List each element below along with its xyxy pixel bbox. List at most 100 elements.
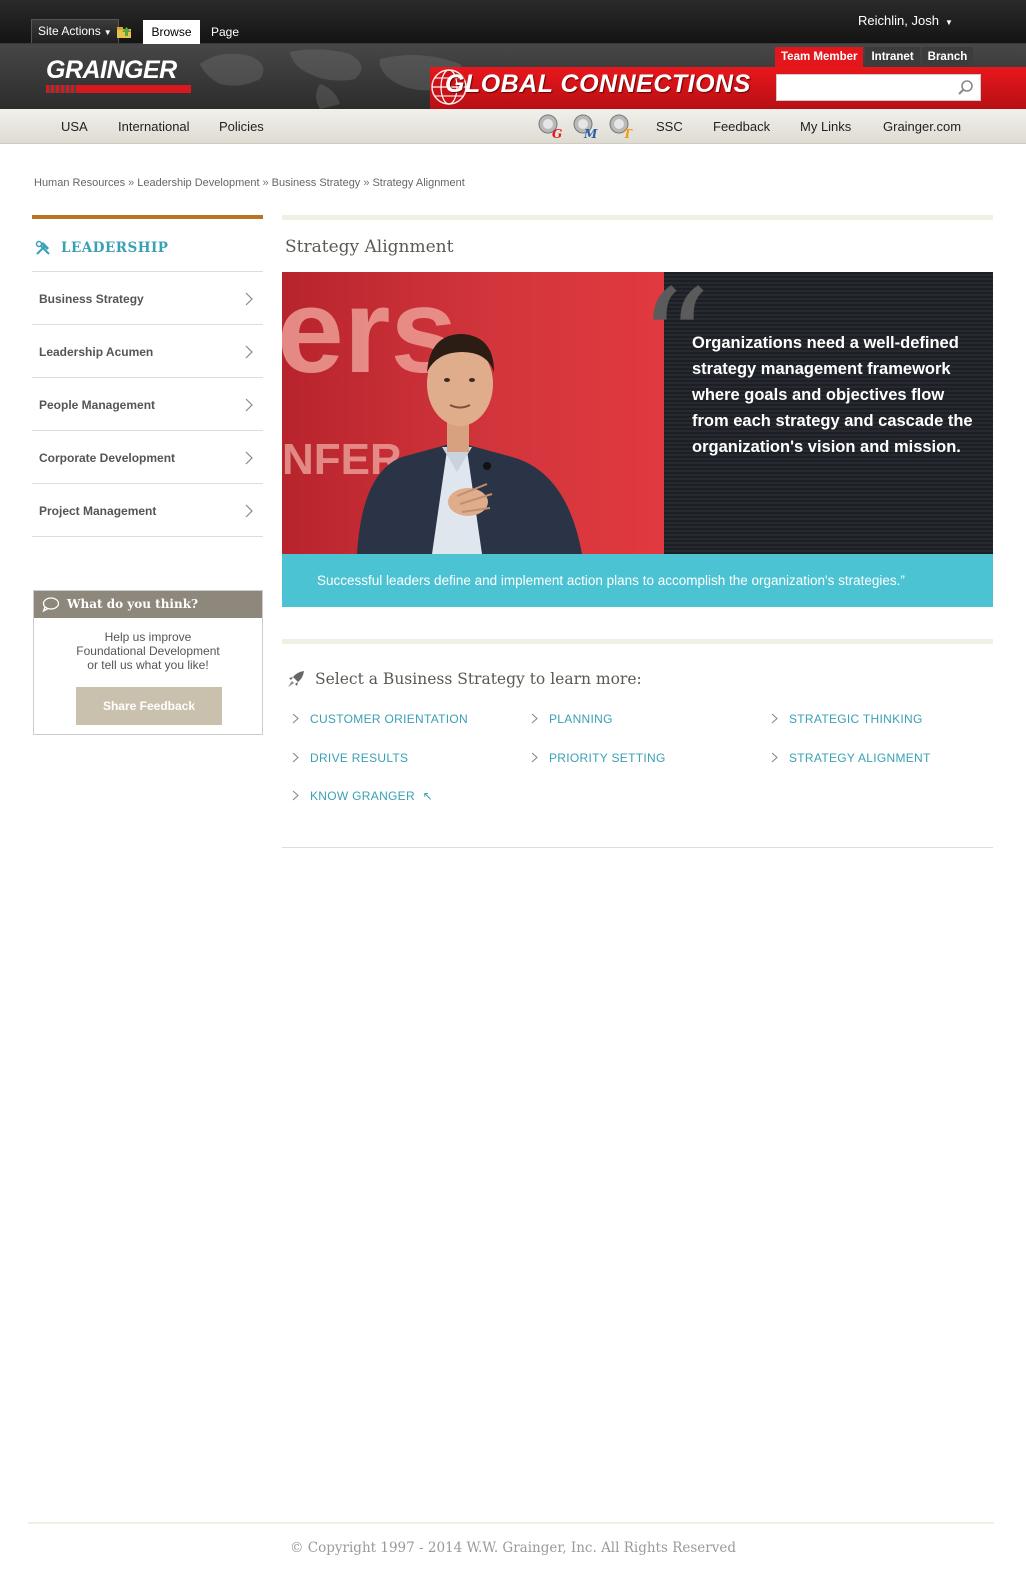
chevron-right-icon (245, 504, 253, 518)
tab-team-member[interactable]: Team Member (775, 47, 864, 67)
chevron-right-icon (245, 292, 253, 306)
feedback-line: or tell us what you like! (87, 658, 209, 672)
portal-tabs: Team Member Intranet Branch (775, 47, 974, 67)
strategy-link-label: STRATEGY ALIGNMENT (789, 751, 931, 765)
search-icon[interactable] (957, 79, 974, 96)
quote-panel: “ Organizations need a well-defined stra… (639, 272, 993, 554)
nav-feedback[interactable]: Feedback (713, 119, 770, 134)
strategy-link-strategic-thinking[interactable]: STRATEGIC THINKING (771, 712, 923, 726)
sidebar-item-people-management[interactable]: People Management (32, 378, 263, 431)
sidebar-item-label: Business Strategy (39, 292, 144, 306)
svg-text:T: T (623, 127, 633, 139)
sidebar-item-label: Corporate Development (39, 451, 176, 465)
select-strategy-text: Select a Business Strategy to learn more… (315, 670, 642, 688)
share-feedback-button[interactable]: Share Feedback (76, 687, 222, 725)
nav-ssc[interactable]: SSC (656, 119, 683, 134)
tab-branch[interactable]: Branch (921, 47, 974, 67)
breadcrumb-separator: » (363, 177, 370, 189)
t-app-icon[interactable]: T (608, 113, 634, 139)
divider (282, 847, 993, 848)
brand-banner: GRAINGER GLOBAL CONNECTIONS Team Member … (0, 44, 1026, 109)
sidebar-item-label: Project Management (39, 504, 157, 518)
navigate-up-icon[interactable] (117, 26, 133, 38)
strategy-link-drive-results[interactable]: DRIVE RESULTS (292, 751, 408, 765)
breadcrumb-item[interactable]: Human Resources (34, 177, 125, 189)
site-actions-label: Site Actions (38, 24, 101, 38)
sidebar-item-project-management[interactable]: Project Management (32, 484, 263, 537)
sidebar-item-leadership-acumen[interactable]: Leadership Acumen (32, 325, 263, 378)
nav-international[interactable]: International (118, 119, 190, 134)
tab-page[interactable]: Page (205, 20, 245, 44)
chevron-right-icon (245, 398, 253, 412)
svg-text:G: G (552, 127, 562, 139)
tab-intranet[interactable]: Intranet (865, 47, 920, 67)
m-app-icon[interactable]: M (572, 113, 598, 139)
tools-icon (35, 240, 50, 255)
feedback-line: Foundational Development (76, 644, 220, 658)
g-app-icon[interactable]: G (537, 113, 563, 139)
tab-browse[interactable]: Browse (143, 20, 200, 44)
strategy-links: CUSTOMER ORIENTATION PLANNING STRATEGIC … (292, 712, 992, 832)
hero-caption: Successful leaders define and implement … (282, 554, 993, 607)
strategy-link-planning[interactable]: PLANNING (531, 712, 613, 726)
breadcrumb-current: Strategy Alignment (372, 177, 465, 189)
speaker-photo: ers NFER (282, 272, 664, 554)
strategy-link-label: KNOW GRANGER (310, 789, 415, 803)
chevron-right-icon (292, 790, 299, 801)
feedback-text: Help us improve Foundational Development… (34, 630, 262, 672)
user-name: Reichlin, Josh (858, 13, 939, 28)
sidebar-item-label: Leadership Acumen (39, 345, 154, 359)
divider (282, 215, 993, 220)
nav-my-links[interactable]: My Links (800, 119, 851, 134)
speech-bubble-icon (42, 597, 59, 612)
quote-text: Organizations need a well-defined strate… (692, 334, 973, 456)
chevron-right-icon (531, 752, 538, 763)
sidebar: LEADERSHIP Business Strategy Leadership … (32, 215, 263, 537)
chevron-right-icon (771, 752, 778, 763)
grainger-logo[interactable]: GRAINGER (46, 56, 177, 85)
chevron-right-icon (771, 713, 778, 724)
speaker-illustration (357, 334, 582, 554)
nav-usa[interactable]: USA (61, 119, 88, 134)
portal-title[interactable]: GLOBAL CONNECTIONS (445, 70, 751, 99)
sidebar-title: LEADERSHIP (61, 240, 169, 256)
chevron-right-icon (292, 752, 299, 763)
feedback-header: What do you think? (34, 591, 262, 618)
site-actions-menu[interactable]: Site Actions ▼ (31, 19, 119, 43)
top-navigation: USA International Policies G M T SSC Fee… (0, 109, 1026, 144)
hero-banner: ers NFER “ Organizations need a well-def… (282, 272, 993, 554)
nav-grainger-com[interactable]: Grainger.com (883, 119, 961, 134)
feedback-title: What do you think? (67, 597, 199, 611)
strategy-link-customer-orientation[interactable]: CUSTOMER ORIENTATION (292, 712, 468, 726)
strategy-link-label: PLANNING (549, 712, 613, 726)
strategy-link-priority-setting[interactable]: PRIORITY SETTING (531, 751, 666, 765)
breadcrumb: Human Resources» Leadership Development» B… (34, 177, 465, 189)
sidebar-header: LEADERSHIP (32, 215, 263, 272)
sidebar-item-business-strategy[interactable]: Business Strategy (32, 272, 263, 325)
page-title: Strategy Alignment (285, 237, 454, 257)
strategy-link-know-granger[interactable]: KNOW GRANGER ↖ (292, 789, 433, 803)
main-content: Strategy Alignment ers NFER “ Organizati… (282, 215, 993, 848)
caret-down-icon: ▼ (944, 18, 953, 27)
caret-down-icon: ▼ (103, 28, 112, 37)
sidebar-item-label: People Management (39, 398, 156, 412)
nav-policies[interactable]: Policies (219, 119, 264, 134)
footer-divider (28, 1522, 994, 1524)
breadcrumb-item[interactable]: Leadership Development (137, 177, 259, 189)
breadcrumb-separator: » (128, 177, 135, 189)
search-input[interactable] (777, 75, 947, 100)
chevron-right-icon (292, 713, 299, 724)
strategy-link-label: CUSTOMER ORIENTATION (310, 712, 469, 726)
breadcrumb-item[interactable]: Business Strategy (272, 177, 361, 189)
strategy-link-strategy-alignment[interactable]: STRATEGY ALIGNMENT (771, 751, 931, 765)
strategy-link-label: DRIVE RESULTS (310, 751, 409, 765)
user-menu[interactable]: Reichlin, Josh ▼ (858, 13, 953, 28)
rocket-icon (288, 671, 304, 687)
sidebar-item-corporate-development[interactable]: Corporate Development (32, 431, 263, 484)
chevron-right-icon (245, 345, 253, 359)
chevron-right-icon (245, 451, 253, 465)
feedback-box: What do you think? Help us improve Found… (33, 590, 263, 735)
sharepoint-ribbon: Site Actions ▼ Browse Page Reichlin, Josh… (0, 0, 1026, 44)
strategy-link-label: PRIORITY SETTING (549, 751, 666, 765)
search-box (776, 74, 981, 101)
